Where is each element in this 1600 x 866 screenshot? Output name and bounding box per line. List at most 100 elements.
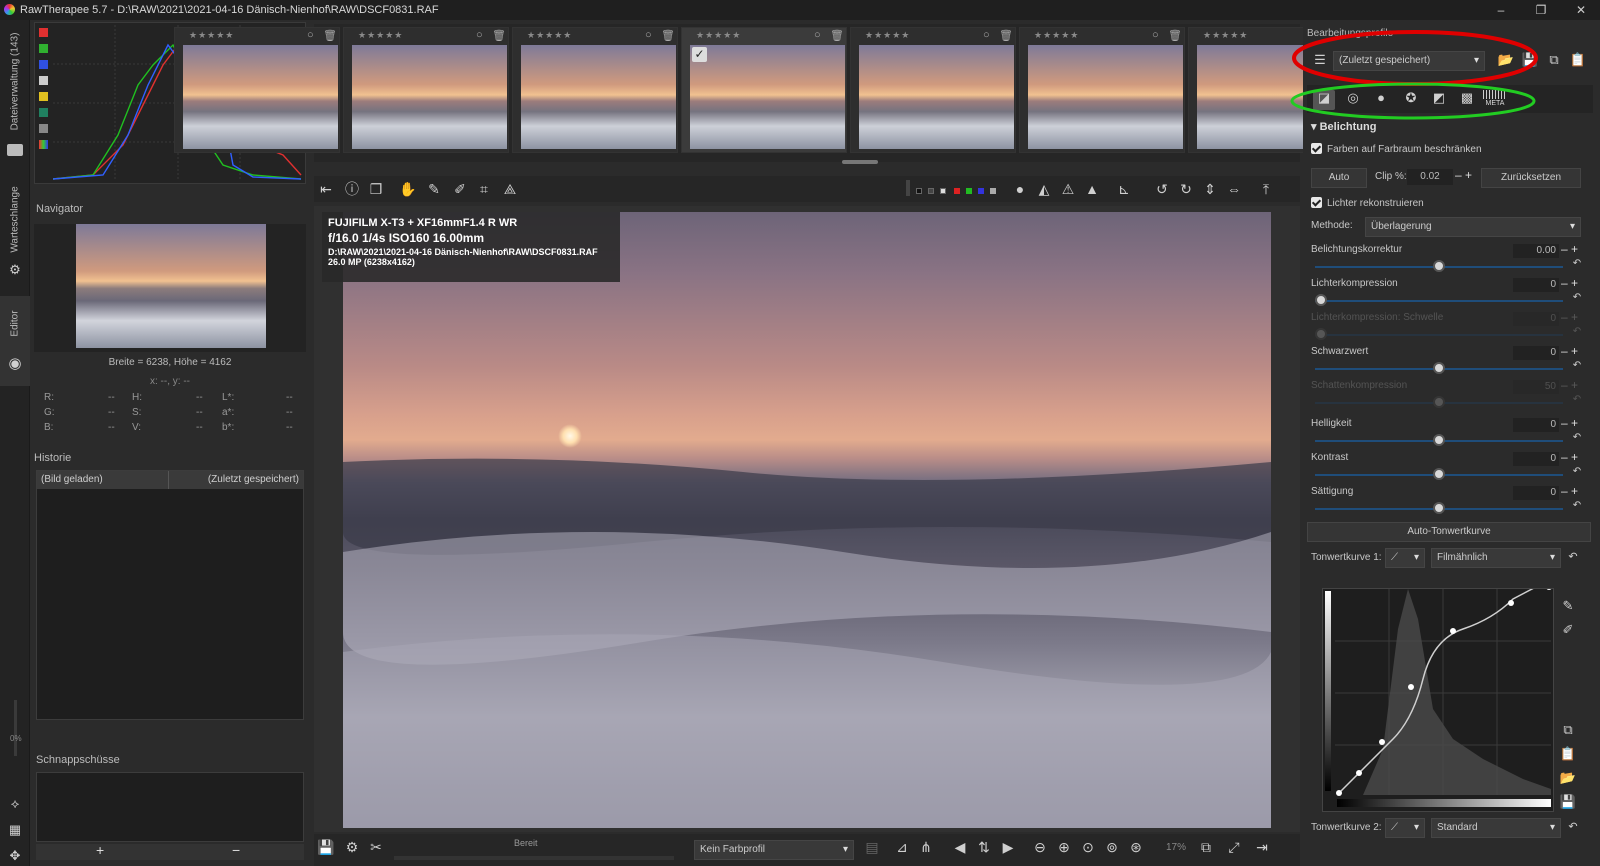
tab-queue[interactable]: Warteschlange bbox=[2, 180, 28, 260]
paste-profile-icon[interactable]: 📋 bbox=[1569, 52, 1587, 68]
slider-stepper[interactable]: – + bbox=[1561, 242, 1578, 256]
focus-mask-icon[interactable]: ● bbox=[1010, 179, 1030, 199]
collapse-top-icon[interactable]: ⤒ bbox=[1256, 179, 1276, 199]
slider-knob[interactable] bbox=[1433, 502, 1445, 514]
queue-icon[interactable]: ⚙ bbox=[342, 837, 362, 857]
history-entry[interactable]: (Bild geladen) bbox=[37, 471, 169, 489]
slider-track[interactable] bbox=[1315, 334, 1563, 336]
slider-value-input[interactable]: 0 bbox=[1513, 418, 1559, 432]
close-button[interactable]: ✕ bbox=[1564, 0, 1598, 20]
slider-knob[interactable] bbox=[1433, 362, 1445, 374]
maximize-button[interactable]: ❐ bbox=[1524, 0, 1558, 20]
paste-curve-icon[interactable]: 📋 bbox=[1559, 746, 1577, 762]
color-profile-select[interactable]: Kein Farbprofil bbox=[694, 840, 854, 860]
luminance-preview[interactable] bbox=[990, 188, 996, 194]
flip-vertical-icon[interactable]: ⇕ bbox=[1200, 179, 1220, 199]
slider-stepper[interactable]: – + bbox=[1561, 450, 1578, 464]
curve-edit-icon[interactable]: ✎ bbox=[1559, 598, 1577, 614]
filmstrip-thumbnail[interactable]: ★★★★★ 🗑 ○ bbox=[343, 27, 509, 153]
clip-value-input[interactable]: 0.02 bbox=[1407, 169, 1453, 185]
filmstrip-resize-handle[interactable] bbox=[842, 160, 878, 164]
tone-curve-2-type[interactable]: ⟋ bbox=[1385, 818, 1425, 838]
slider-reset-icon[interactable]: ↶ bbox=[1571, 258, 1583, 269]
slider-stepper[interactable]: – + bbox=[1561, 484, 1578, 498]
tone-curve-2-select[interactable]: Standard bbox=[1431, 818, 1561, 838]
minimize-button[interactable]: – bbox=[1484, 0, 1518, 20]
background-black-toggle[interactable] bbox=[916, 188, 922, 194]
save-curve-icon[interactable]: 💾 bbox=[1559, 794, 1577, 810]
clip-gamut-checkbox[interactable] bbox=[1311, 142, 1322, 154]
rating-stars[interactable]: ★★★★★ bbox=[1203, 30, 1248, 41]
rating-stars[interactable]: ★★★★★ bbox=[189, 30, 234, 41]
slider-stepper[interactable]: – + bbox=[1561, 344, 1578, 358]
filmstrip-thumbnail[interactable]: ★★★★★ 🗑 ○ bbox=[850, 27, 1016, 153]
lock-zoom-icon[interactable]: ⊾ bbox=[1114, 179, 1134, 199]
rating-stars[interactable]: ★★★★★ bbox=[1034, 30, 1079, 41]
filmstrip-thumbnail[interactable]: ★★★★★ 🗑 ○ bbox=[512, 27, 678, 153]
add-snapshot-button[interactable]: + bbox=[96, 842, 104, 858]
slider-knob[interactable] bbox=[1433, 468, 1445, 480]
reset-curve-icon[interactable]: ↶ bbox=[1565, 550, 1581, 563]
picker-icon[interactable]: ⟡ bbox=[6, 796, 24, 812]
color-label-icon[interactable]: ○ bbox=[814, 29, 821, 41]
color-label-icon[interactable]: ○ bbox=[1152, 29, 1159, 41]
rating-stars[interactable]: ★★★★★ bbox=[527, 30, 572, 41]
slider-knob[interactable] bbox=[1433, 260, 1445, 272]
slider-reset-icon[interactable]: ↶ bbox=[1571, 432, 1583, 443]
blue-channel-toggle[interactable] bbox=[39, 60, 48, 69]
filmstrip-thumbnail[interactable]: ★★★★★ 🗑 ○ bbox=[1019, 27, 1185, 153]
color-label-icon[interactable]: ○ bbox=[307, 29, 314, 41]
slider-reset-icon[interactable]: ↶ bbox=[1571, 360, 1583, 371]
reconstruct-row[interactable]: Lichter rekonstruieren bbox=[1311, 194, 1591, 214]
chroma-toggle[interactable] bbox=[39, 92, 48, 101]
save-icon[interactable]: 💾 bbox=[316, 837, 336, 857]
softproof-icon[interactable]: ▤ bbox=[862, 837, 882, 857]
slider-knob[interactable] bbox=[1315, 328, 1327, 340]
rating-stars[interactable]: ★★★★★ bbox=[865, 30, 910, 41]
next-image-icon[interactable]: ▶ bbox=[998, 837, 1018, 857]
reset-button[interactable]: Zurücksetzen bbox=[1481, 168, 1581, 188]
clip-gamut-row[interactable]: Farben auf Farbraum beschränken bbox=[1311, 140, 1591, 160]
trash-icon[interactable]: 🗑 bbox=[830, 29, 844, 42]
slider-knob[interactable] bbox=[1433, 396, 1445, 408]
before-after-icon[interactable]: ❐ bbox=[366, 179, 386, 199]
hand-tool-icon[interactable]: ✋ bbox=[398, 179, 418, 199]
zoom-fit-icon[interactable]: ⊙ bbox=[1078, 837, 1098, 857]
slider-value-input[interactable]: 0.00 bbox=[1513, 244, 1559, 258]
shadow-warning-icon[interactable]: ▲ bbox=[1082, 179, 1102, 199]
reconstruct-checkbox[interactable] bbox=[1311, 196, 1322, 208]
slider-track[interactable] bbox=[1315, 300, 1563, 302]
info-icon[interactable]: ⓘ bbox=[342, 179, 362, 199]
slider-reset-icon[interactable]: ↶ bbox=[1571, 394, 1583, 405]
remove-snapshot-button[interactable]: − bbox=[232, 842, 240, 858]
load-curve-icon[interactable]: 📂 bbox=[1559, 770, 1577, 786]
raw-toggle[interactable] bbox=[39, 108, 48, 117]
perspective-icon[interactable]: ⋔ bbox=[916, 837, 936, 857]
red-channel-preview[interactable] bbox=[954, 188, 960, 194]
red-channel-toggle[interactable] bbox=[39, 28, 48, 37]
filmstrip-thumbnail[interactable]: ★★★★★ 🗑 ○ ✓ bbox=[681, 27, 847, 153]
collapse-right-icon[interactable]: ⇥ bbox=[1252, 837, 1272, 857]
copy-profile-icon[interactable]: ⧉ bbox=[1545, 52, 1563, 68]
luminance-toggle[interactable] bbox=[39, 76, 48, 85]
shadow-clip-icon[interactable]: ◭ bbox=[1034, 179, 1054, 199]
filmstrip-thumbnail[interactable]: ★★★★★ 🗑 ○ bbox=[174, 27, 340, 153]
tab-file-browser[interactable]: Dateiverwaltung (143) bbox=[2, 30, 28, 136]
selected-check-icon[interactable]: ✓ bbox=[692, 47, 707, 62]
sync-icon[interactable]: ⇅ bbox=[974, 837, 994, 857]
slider-reset-icon[interactable]: ↶ bbox=[1571, 466, 1583, 477]
slider-knob[interactable] bbox=[1433, 434, 1445, 446]
trash-icon[interactable]: 🗑 bbox=[492, 29, 506, 42]
slider-stepper[interactable]: – + bbox=[1561, 416, 1578, 430]
slider-value-input[interactable]: 50 bbox=[1513, 380, 1559, 394]
color-label-icon[interactable]: ○ bbox=[476, 29, 483, 41]
curve-picker-icon[interactable]: ✐ bbox=[1559, 622, 1577, 638]
auto-tone-curve-button[interactable]: Auto-Tonwertkurve bbox=[1307, 522, 1591, 542]
tone-curve-1-select[interactable]: Filmähnlich bbox=[1431, 548, 1561, 568]
main-image[interactable] bbox=[343, 212, 1271, 828]
bar-toggle[interactable] bbox=[39, 124, 48, 133]
green-channel-preview[interactable] bbox=[966, 188, 972, 194]
background-white-toggle[interactable] bbox=[940, 188, 946, 194]
white-balance-picker-icon[interactable]: ✎ bbox=[424, 179, 444, 199]
zoom-out-icon[interactable]: ⊖ bbox=[1030, 837, 1050, 857]
